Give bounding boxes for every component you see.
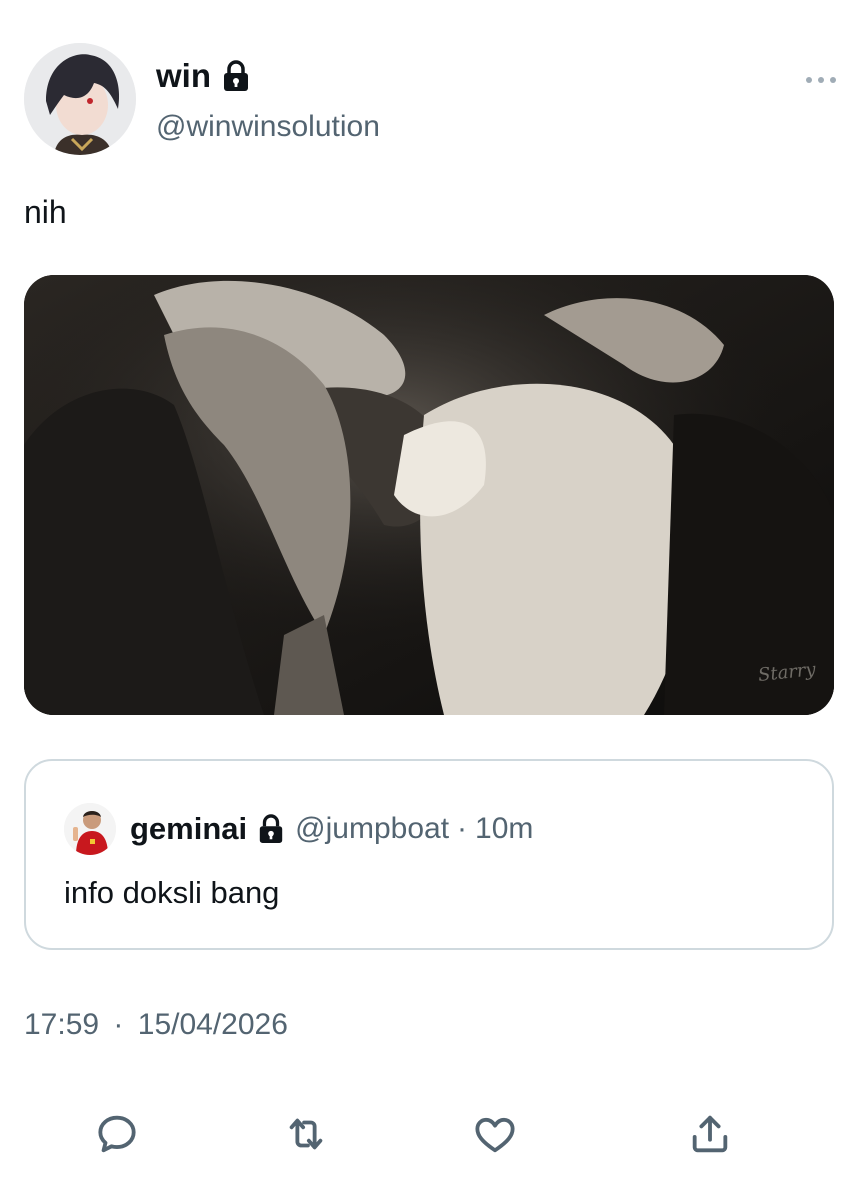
quoted-author-avatar[interactable] bbox=[64, 803, 116, 855]
share-icon bbox=[692, 1115, 728, 1153]
reply-icon bbox=[98, 1115, 136, 1153]
retweet-button[interactable] bbox=[280, 1108, 332, 1160]
quoted-author-name[interactable]: geminai bbox=[130, 811, 247, 847]
retweet-icon bbox=[289, 1118, 323, 1150]
author-handle[interactable]: @winwinsolution bbox=[156, 108, 380, 146]
timestamp-date: 15/04/2026 bbox=[137, 1008, 288, 1041]
quoted-tweet-text: info doksli bang bbox=[64, 875, 280, 910]
quoted-meta-separator: · bbox=[457, 812, 468, 845]
timestamp-time: 17:59 bbox=[24, 1008, 100, 1041]
author-avatar[interactable] bbox=[24, 43, 136, 155]
tweet-detail: win @winwinsolution nih Starry geminai @… bbox=[0, 0, 858, 1200]
more-options-icon[interactable] bbox=[806, 70, 836, 90]
author-display-name[interactable]: win bbox=[156, 56, 211, 96]
quoted-protected-lock-icon bbox=[257, 813, 285, 845]
tweet-timestamp[interactable]: 17:59 · 15/04/2026 bbox=[24, 1006, 288, 1044]
tweet-text: nih bbox=[24, 194, 67, 230]
quoted-author-handle[interactable]: @jumpboat bbox=[295, 812, 449, 846]
like-button[interactable] bbox=[469, 1108, 521, 1160]
author-name[interactable]: win bbox=[156, 56, 251, 96]
timestamp-separator: · bbox=[113, 1008, 124, 1041]
protected-lock-icon bbox=[221, 59, 251, 93]
quoted-tweet-card[interactable]: geminai @jumpboat · 10m info doksli bang bbox=[24, 759, 834, 950]
quoted-tweet-header: geminai @jumpboat · 10m bbox=[64, 801, 533, 857]
reply-button[interactable] bbox=[91, 1108, 143, 1160]
like-icon bbox=[475, 1117, 515, 1153]
quoted-tweet-age: 10m bbox=[475, 812, 534, 845]
share-button[interactable] bbox=[684, 1108, 736, 1160]
tweet-media-image[interactable]: Starry bbox=[24, 275, 834, 715]
